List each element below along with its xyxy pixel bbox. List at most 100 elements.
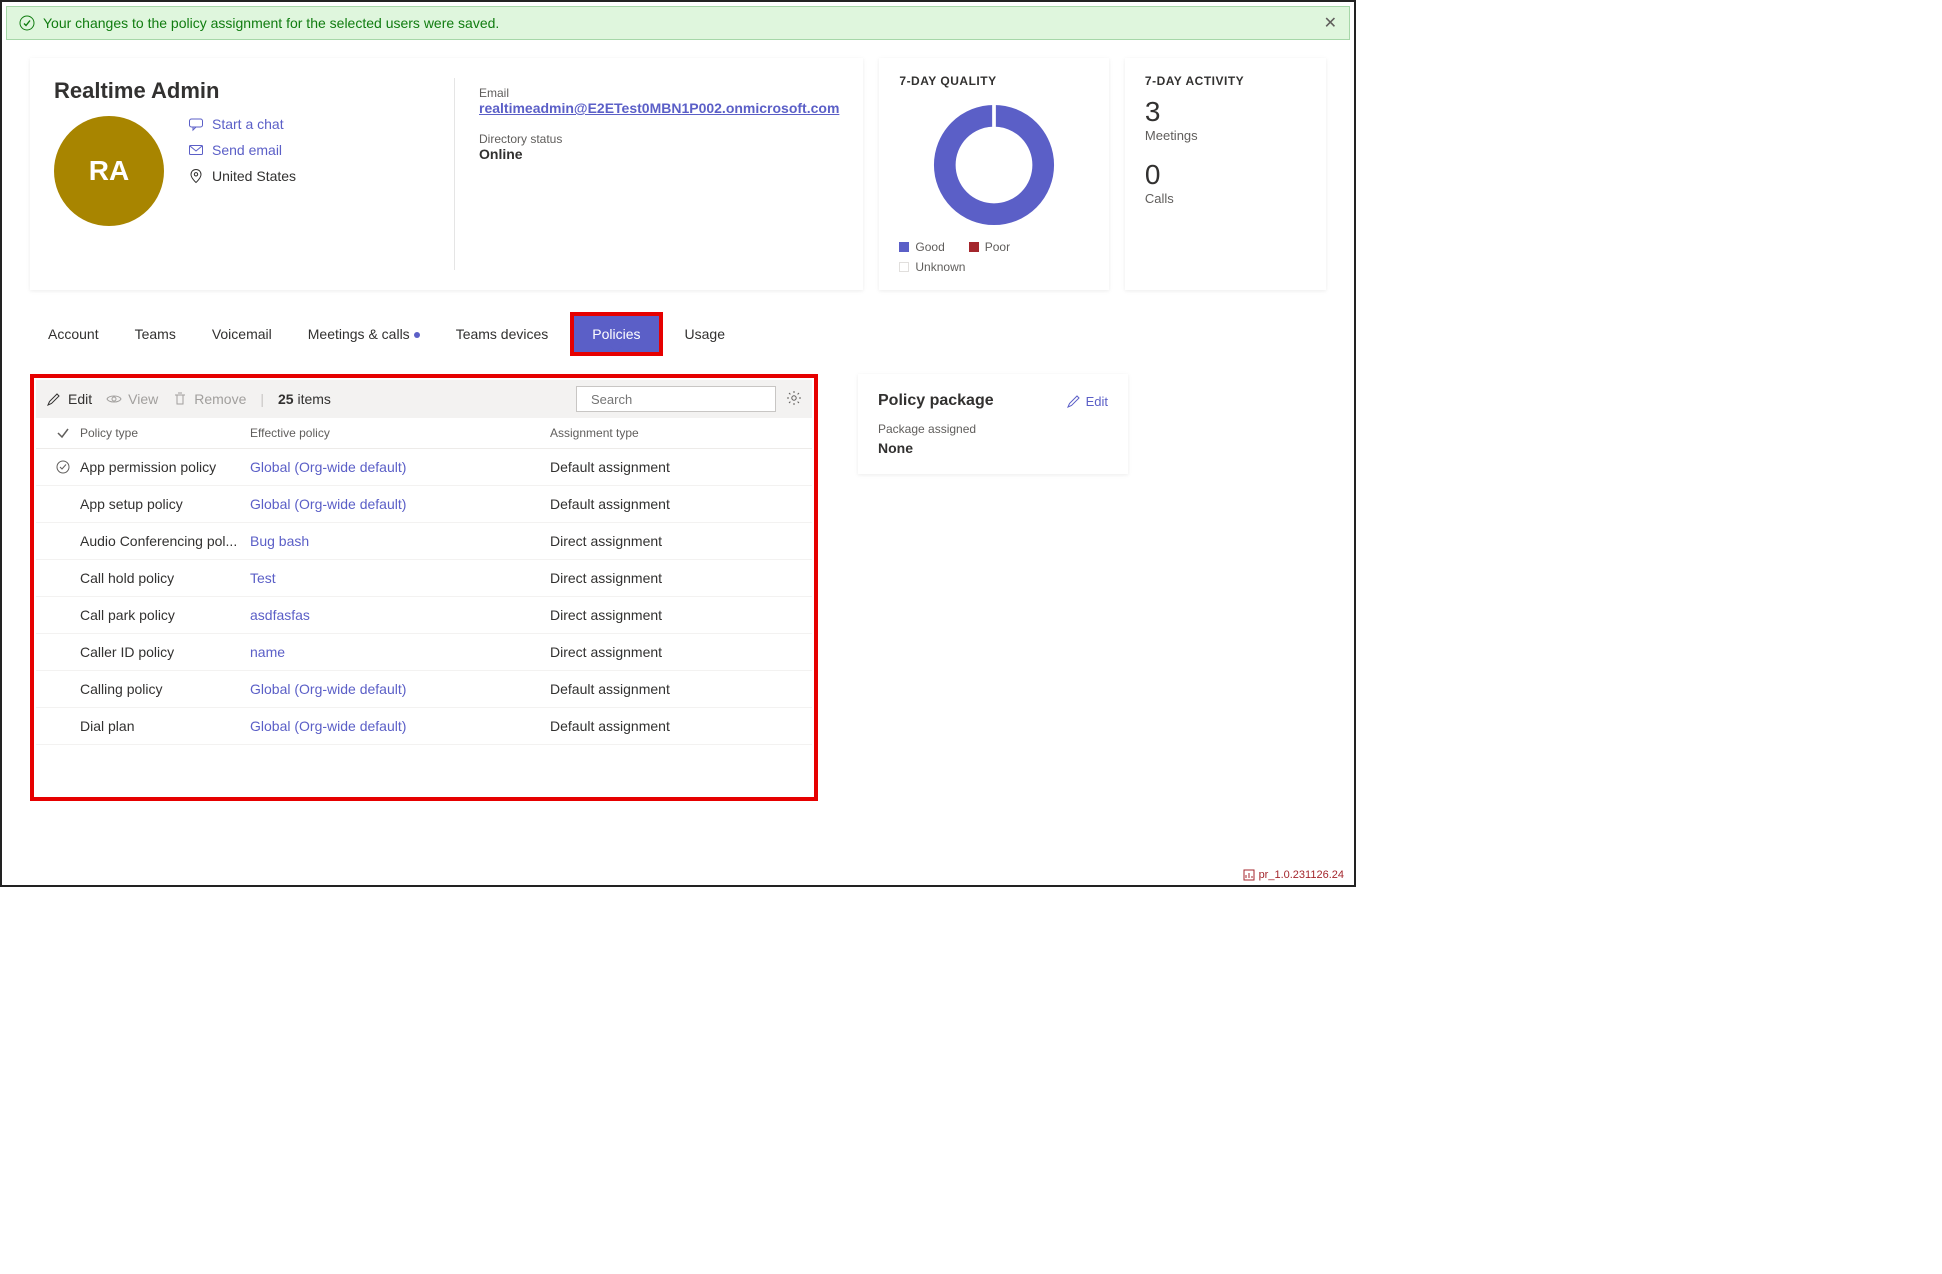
package-assigned-label: Package assigned <box>878 422 1108 436</box>
cell-policy-type: Dial plan <box>80 718 250 734</box>
cell-policy-type: Caller ID policy <box>80 644 250 660</box>
table-row[interactable]: Call hold policyTest Direct assignment <box>36 560 812 597</box>
tab-teams-devices[interactable]: Teams devices <box>438 316 567 352</box>
col-effective-policy[interactable]: Effective policy <box>250 426 550 440</box>
cell-effective-policy[interactable]: Global (Org-wide default) <box>250 496 406 512</box>
search-input[interactable] <box>591 392 767 407</box>
tab-teams[interactable]: Teams <box>117 316 194 352</box>
table-row[interactable]: Caller ID policyname Direct assignment <box>36 634 812 671</box>
row-check-icon <box>56 460 70 474</box>
version-footer: pr_1.0.231126.24 <box>1243 869 1344 881</box>
pencil-icon <box>1066 393 1082 409</box>
toolbar-remove-button[interactable]: Remove <box>172 391 246 407</box>
table-row[interactable]: Calling policyGlobal (Org-wide default) D… <box>36 671 812 708</box>
send-email-button[interactable]: Send email <box>188 142 296 158</box>
toolbar-edit-button[interactable]: Edit <box>46 391 92 407</box>
chat-icon <box>188 116 204 132</box>
banner-text: Your changes to the policy assignment fo… <box>43 15 499 31</box>
cell-effective-policy[interactable]: name <box>250 644 285 660</box>
settings-gear-button[interactable] <box>786 390 802 409</box>
avatar: RA <box>54 116 164 226</box>
tab-meetings-calls[interactable]: Meetings & calls <box>290 316 438 352</box>
trash-icon <box>172 391 188 407</box>
table-row[interactable]: App permission policyGlobal (Org-wide de… <box>36 449 812 486</box>
checkmark-icon <box>56 426 70 440</box>
gear-icon <box>786 390 802 406</box>
policy-package-card: Policy package Edit Package assigned Non… <box>858 374 1128 474</box>
toolbar-view-button[interactable]: View <box>106 391 158 407</box>
search-box[interactable] <box>576 386 776 412</box>
cell-assignment-type: Direct assignment <box>550 533 802 549</box>
package-assigned-value: None <box>878 440 1108 456</box>
header-checkbox[interactable] <box>46 426 80 440</box>
quality-title: 7-DAY QUALITY <box>899 74 1089 88</box>
table-row[interactable]: App setup policyGlobal (Org-wide default… <box>36 486 812 523</box>
version-icon <box>1243 869 1255 881</box>
directory-status-value: Online <box>479 146 839 162</box>
cell-assignment-type: Direct assignment <box>550 607 802 623</box>
success-banner: Your changes to the policy assignment fo… <box>6 6 1350 40</box>
highlight-policies: Policies <box>570 312 662 356</box>
eye-icon <box>106 391 122 407</box>
cell-effective-policy[interactable]: Global (Org-wide default) <box>250 459 406 475</box>
cell-assignment-type: Default assignment <box>550 496 802 512</box>
legend-unknown: Unknown <box>899 260 965 274</box>
toolbar: Edit View Remove | 25 items <box>36 380 812 418</box>
user-name: Realtime Admin <box>54 78 454 104</box>
row-checkbox[interactable] <box>46 460 80 474</box>
cell-policy-type: App permission policy <box>80 459 250 475</box>
cell-policy-type: Audio Conferencing pol... <box>80 533 250 549</box>
cell-assignment-type: Direct assignment <box>550 570 802 586</box>
email-link[interactable]: realtimeadmin@E2ETest0MBN1P002.onmicroso… <box>479 100 839 116</box>
directory-status-label: Directory status <box>479 132 839 146</box>
tab-voicemail[interactable]: Voicemail <box>194 316 290 352</box>
cell-assignment-type: Default assignment <box>550 718 802 734</box>
table-row[interactable]: Audio Conferencing pol...Bug bash Direct … <box>36 523 812 560</box>
policies-panel: Edit View Remove | 25 items <box>30 374 818 801</box>
table-row[interactable]: Call park policyasdfasfas Direct assignme… <box>36 597 812 634</box>
package-title: Policy package <box>878 392 994 410</box>
cell-effective-policy[interactable]: Global (Org-wide default) <box>250 718 406 734</box>
banner-close-icon[interactable]: ✕ <box>1324 13 1337 33</box>
tab-usage[interactable]: Usage <box>667 316 743 352</box>
cell-effective-policy[interactable]: Global (Org-wide default) <box>250 681 406 697</box>
user-card: Realtime Admin RA Start a chat Send emai… <box>30 58 863 290</box>
items-count: 25 items <box>278 391 331 407</box>
start-chat-button[interactable]: Start a chat <box>188 116 296 132</box>
pencil-icon <box>46 391 62 407</box>
cell-assignment-type: Default assignment <box>550 681 802 697</box>
cell-assignment-type: Direct assignment <box>550 644 802 660</box>
calls-count: 0 <box>1145 159 1306 191</box>
meetings-count: 3 <box>1145 96 1306 128</box>
tab-account[interactable]: Account <box>30 316 117 352</box>
mail-icon <box>188 142 204 158</box>
col-assignment-type[interactable]: Assignment type <box>550 426 802 440</box>
cell-effective-policy[interactable]: asdfasfas <box>250 607 310 623</box>
tabs: Account Teams Voicemail Meetings & calls… <box>30 312 1326 356</box>
user-meta: Email realtimeadmin@E2ETest0MBN1P002.onm… <box>454 78 839 270</box>
location-row: United States <box>188 168 296 184</box>
quality-donut-chart <box>929 100 1059 230</box>
col-policy-type[interactable]: Policy type <box>80 426 250 440</box>
quality-card: 7-DAY QUALITY Good Poor Unknown <box>879 58 1109 290</box>
calls-label: Calls <box>1145 191 1306 206</box>
meetings-label: Meetings <box>1145 128 1306 143</box>
cell-policy-type: Calling policy <box>80 681 250 697</box>
cell-assignment-type: Default assignment <box>550 459 802 475</box>
tab-policies[interactable]: Policies <box>574 316 658 352</box>
indicator-dot-icon <box>414 332 420 338</box>
activity-card: 7-DAY ACTIVITY 3 Meetings 0 Calls <box>1125 58 1326 290</box>
legend-good: Good <box>899 240 944 254</box>
cell-effective-policy[interactable]: Bug bash <box>250 533 309 549</box>
package-edit-button[interactable]: Edit <box>1066 393 1108 409</box>
email-label: Email <box>479 86 839 100</box>
table-body: App permission policyGlobal (Org-wide de… <box>36 449 812 795</box>
legend-poor: Poor <box>969 240 1010 254</box>
location-icon <box>188 168 204 184</box>
cell-policy-type: App setup policy <box>80 496 250 512</box>
table-row[interactable]: Dial planGlobal (Org-wide default) Defaul… <box>36 708 812 745</box>
cell-policy-type: Call hold policy <box>80 570 250 586</box>
cell-policy-type: Call park policy <box>80 607 250 623</box>
cell-effective-policy[interactable]: Test <box>250 570 276 586</box>
activity-title: 7-DAY ACTIVITY <box>1145 74 1306 88</box>
